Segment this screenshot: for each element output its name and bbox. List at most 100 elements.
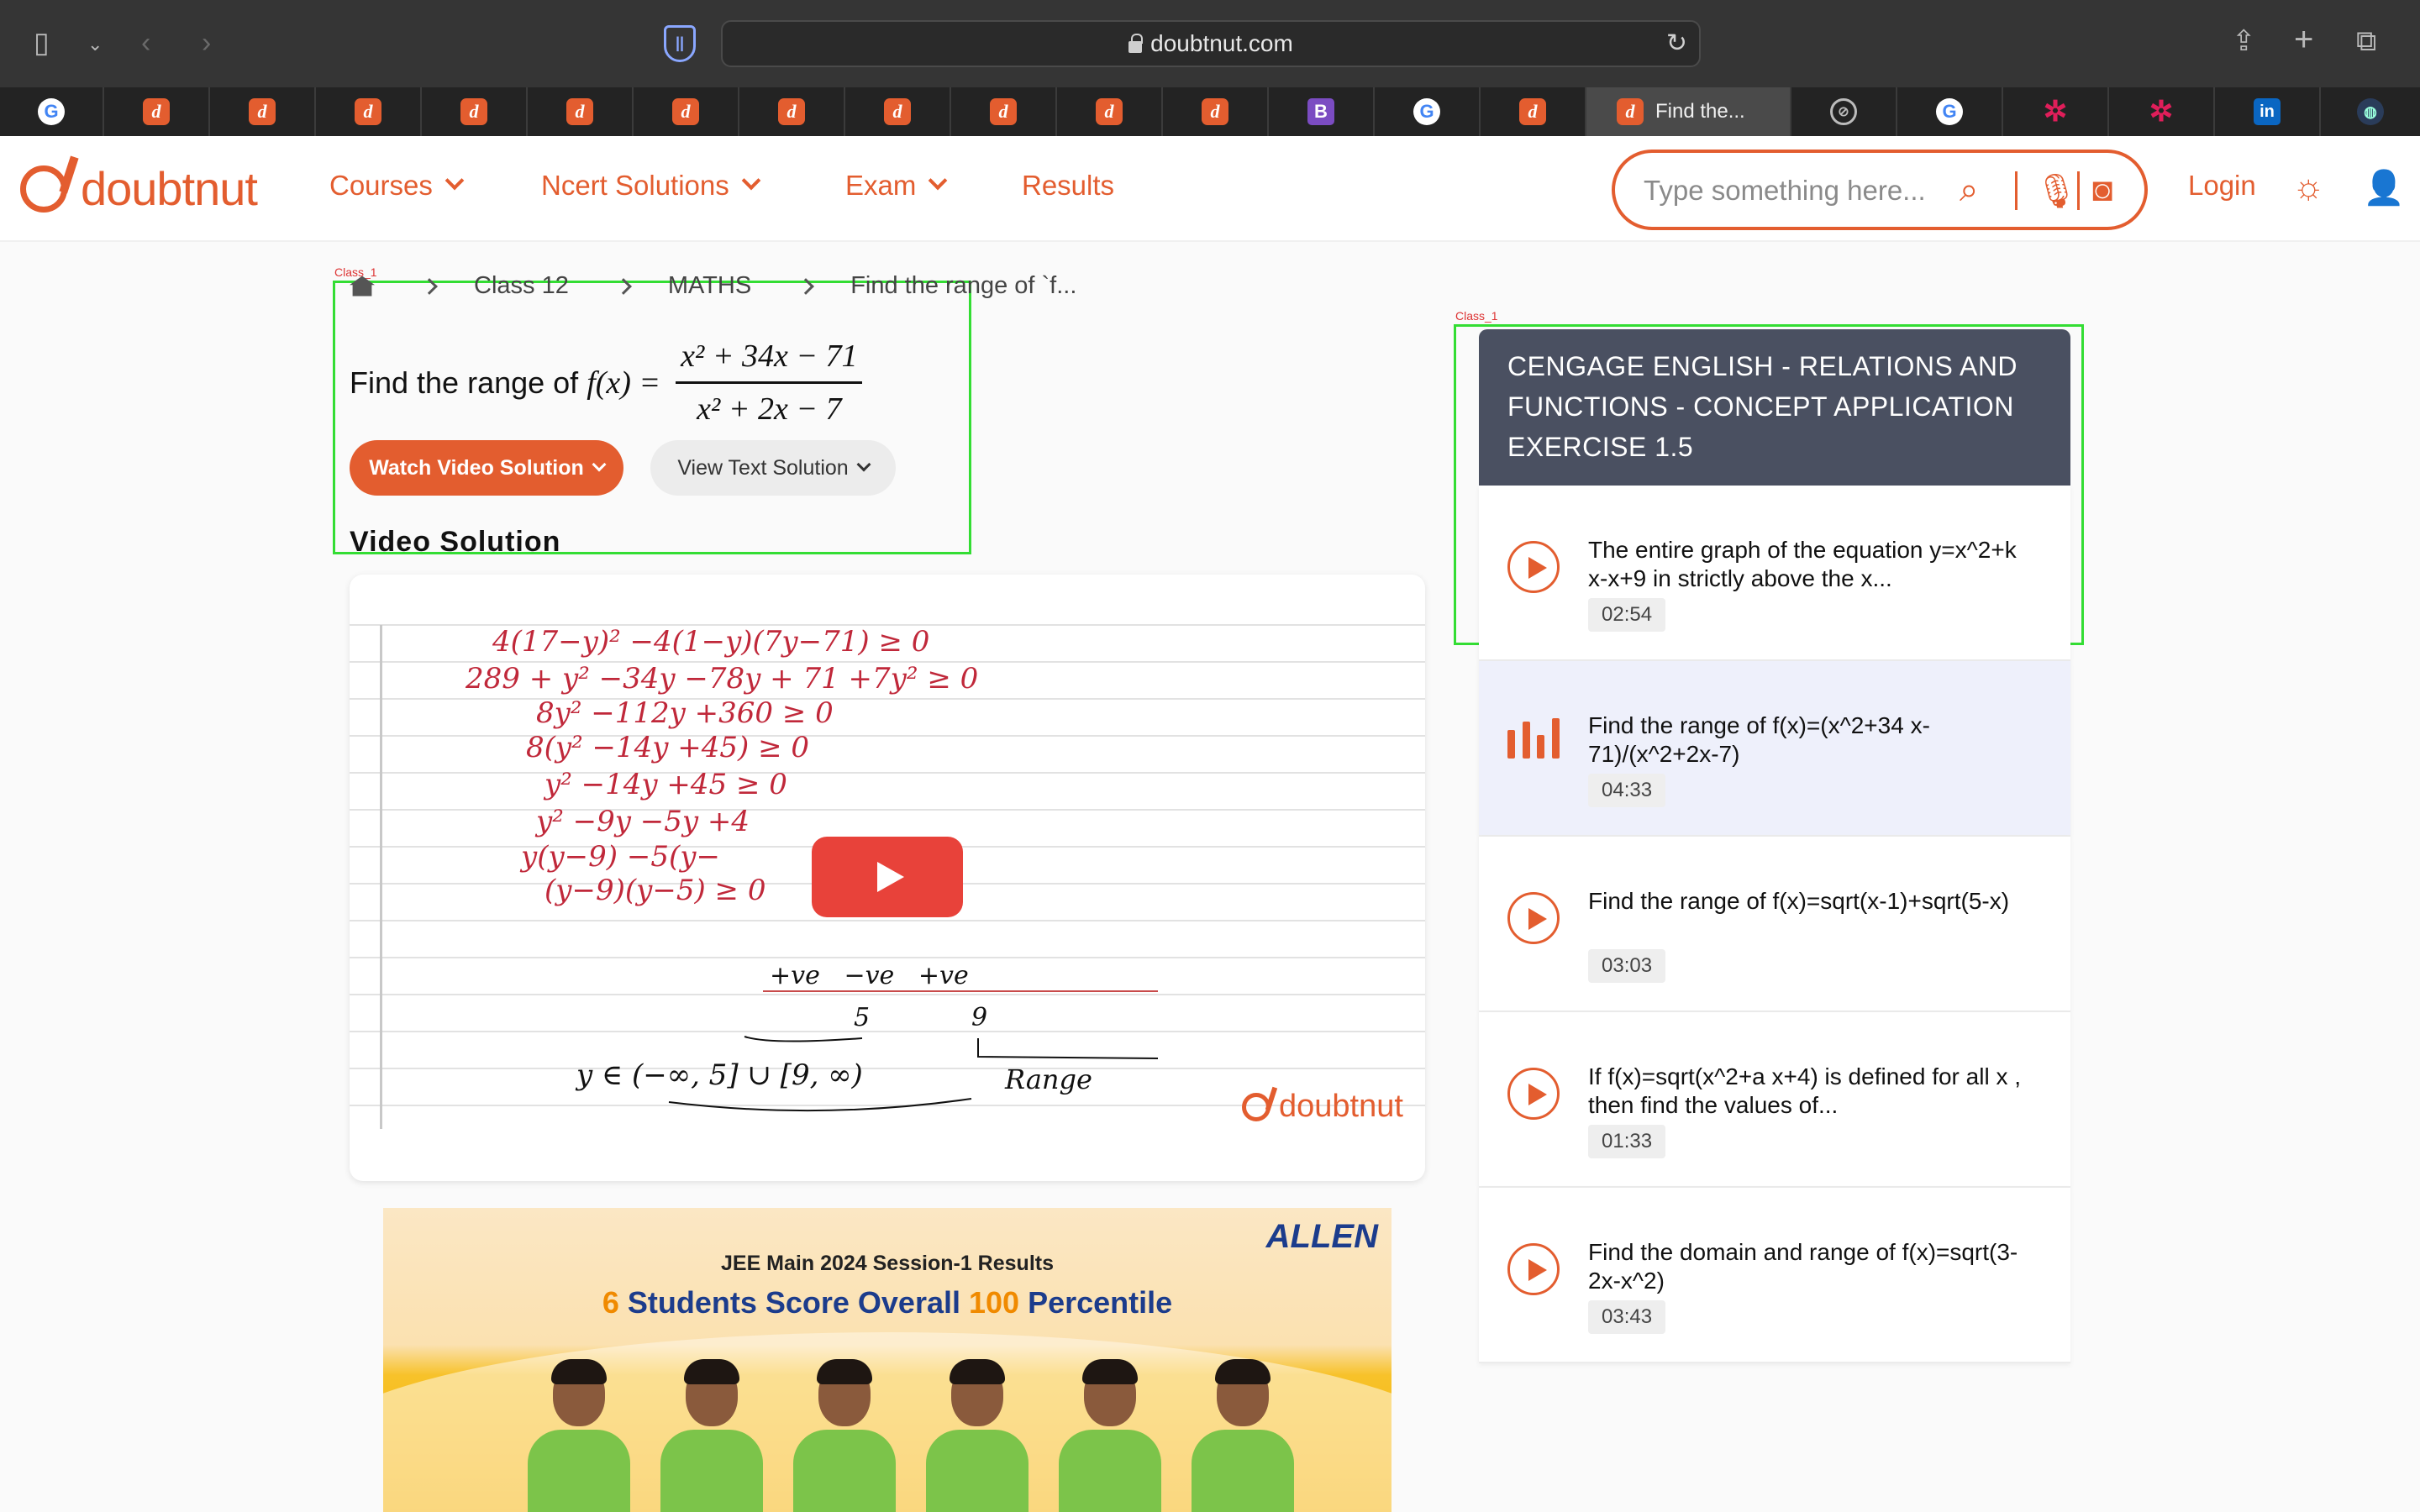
range-note: Range <box>1005 1063 1092 1095</box>
tab-doubtnut[interactable]: d <box>528 87 634 136</box>
tab-safari[interactable]: ⊘ <box>1791 87 1897 136</box>
tab-doubtnut[interactable]: d <box>422 87 528 136</box>
nav-courses[interactable]: Courses <box>329 170 465 202</box>
share-icon[interactable]: ⇪ <box>2232 27 2256 55</box>
back-icon[interactable]: ‹ <box>141 29 150 57</box>
button-label: View Text Solution <box>677 455 849 480</box>
divider <box>2077 171 2080 210</box>
play-circle-icon[interactable] <box>1507 1243 1560 1295</box>
new-tab-icon[interactable]: + <box>2294 23 2313 56</box>
reload-icon[interactable]: ↻ <box>1666 22 1687 66</box>
breadcrumb-item[interactable]: Class 12 <box>474 272 569 300</box>
google-icon: G <box>1936 98 1963 125</box>
chevron-down-icon[interactable]: ⌄ <box>87 30 103 59</box>
home-icon[interactable] <box>350 276 375 297</box>
breadcrumb-item[interactable]: MATHS <box>668 272 751 300</box>
doubtnut-icon: d <box>884 98 911 125</box>
doubtnut-icon: d <box>143 98 170 125</box>
tab-google[interactable]: G <box>1375 87 1481 136</box>
camera-icon[interactable]: ◙ <box>2092 171 2112 209</box>
tab-doubtnut[interactable]: d <box>210 87 316 136</box>
address-bar[interactable]: doubtnut.com ↻ <box>721 20 1701 67</box>
tab-doubtnut[interactable]: d <box>845 87 951 136</box>
tab-doubtnut[interactable]: d <box>634 87 739 136</box>
slack-icon: ✲ <box>2043 96 2068 128</box>
doubtnut-icon: d <box>1202 98 1228 125</box>
tab-doubtnut[interactable]: d <box>951 87 1057 136</box>
step-line: 289 + y² −34y −78y + 71 +7y² ≥ 0 <box>466 662 979 696</box>
play-circle-icon[interactable] <box>1507 892 1560 944</box>
user-icon[interactable]: 👤 <box>2363 168 2405 207</box>
tab-overview-icon[interactable]: ⧉ <box>2356 27 2376 55</box>
chevron-down-icon <box>929 171 948 191</box>
doubtnut-icon: d <box>566 98 593 125</box>
tab-doubtnut[interactable]: d <box>739 87 845 136</box>
annotation-label: Class_1 <box>1455 309 1498 323</box>
sidebar-toggle-icon[interactable]: ▯ <box>34 29 50 57</box>
ad-person-photo <box>1059 1359 1161 1512</box>
panel-header: CENGAGE ENGLISH - RELATIONS AND FUNCTION… <box>1479 329 2070 486</box>
privacy-shield-icon[interactable]: || <box>664 25 696 62</box>
related-video-item[interactable]: If f(x)=sqrt(x^2+a x+4) is defined for a… <box>1479 1012 2070 1188</box>
tab-globe[interactable]: ◍ <box>2321 87 2420 136</box>
search-box[interactable]: Type something here... ⌕ 🎙 ◙ <box>1612 150 2148 230</box>
tab-doubtnut[interactable]: d <box>1163 87 1269 136</box>
advertisement-banner[interactable]: ALLEN JEE Main 2024 Session-1 Results 6 … <box>383 1208 1392 1512</box>
related-video-item-active[interactable]: Find the range of f(x)=(x^2+34 x-71)/(x^… <box>1479 661 2070 837</box>
tab-doubtnut[interactable]: d <box>104 87 210 136</box>
compass-icon: ⊘ <box>1830 98 1857 125</box>
range-answer: y ∈ (−∞, 5] ∪ [9, ∞) <box>576 1058 863 1092</box>
search-input[interactable]: Type something here... <box>1644 175 1926 207</box>
doubtnut-icon: d <box>778 98 805 125</box>
tab-bar: G d d d d d d d d d d d B G d d Find the.… <box>0 87 2420 136</box>
play-circle-icon[interactable] <box>1507 541 1560 593</box>
tab-google[interactable]: G <box>0 87 104 136</box>
play-circle-icon[interactable] <box>1507 1068 1560 1120</box>
play-button-icon[interactable] <box>812 837 963 917</box>
video-player[interactable]: 4(17−y)² −4(1−y)(7y−71) ≥ 0 289 + y² −34… <box>350 575 1425 1181</box>
doubtnut-icon: d <box>1096 98 1123 125</box>
tab-slack[interactable]: ✲ <box>2109 87 2215 136</box>
related-video-item[interactable]: Find the domain and range of f(x)=sqrt(3… <box>1479 1188 2070 1363</box>
watermark-text: doubtnut <box>1279 1089 1403 1124</box>
tab-doubtnut[interactable]: d <box>316 87 422 136</box>
login-link[interactable]: Login <box>2188 170 2256 202</box>
doubtnut-icon: d <box>460 98 487 125</box>
video-title: Find the range of f(x)=sqrt(x-1)+sqrt(5-… <box>1588 888 2010 914</box>
nav-exam[interactable]: Exam <box>845 170 948 202</box>
theme-toggle-icon[interactable]: ☼ <box>2292 166 2325 207</box>
step-line: 8(y² −14y +45) ≥ 0 <box>526 731 810 764</box>
ad-person-photo <box>926 1359 1028 1512</box>
tab-active[interactable]: d Find the... <box>1586 87 1791 136</box>
related-video-item[interactable]: The entire graph of the equation y=x^2+k… <box>1479 486 2070 661</box>
video-duration: 03:03 <box>1588 949 1666 983</box>
tab-slack[interactable]: ✲ <box>2003 87 2109 136</box>
video-duration: 04:33 <box>1588 774 1666 807</box>
sign-chart-labels: +ve −ve +ve <box>770 961 969 990</box>
tab-google[interactable]: G <box>1897 87 2003 136</box>
margin-line <box>380 625 382 1129</box>
view-text-solution-button[interactable]: View Text Solution <box>650 440 896 496</box>
tab-bootstrap[interactable]: B <box>1269 87 1375 136</box>
search-icon[interactable]: ⌕ <box>1960 171 1978 209</box>
video-solution-heading: Video Solution <box>350 526 561 558</box>
forward-icon[interactable]: › <box>202 29 211 57</box>
doubtnut-icon: d <box>672 98 699 125</box>
tab-linkedin[interactable]: in <box>2215 87 2321 136</box>
related-video-item[interactable]: Find the range of f(x)=sqrt(x-1)+sqrt(5-… <box>1479 837 2070 1012</box>
watch-video-solution-button[interactable]: Watch Video Solution <box>350 440 623 496</box>
web-page: doubtnut Courses Ncert Solutions Exam Re… <box>0 136 2420 1512</box>
video-watermark: doubtnut <box>1242 1089 1403 1125</box>
globe-icon: ◍ <box>2357 98 2384 125</box>
tab-doubtnut[interactable]: d <box>1481 87 1586 136</box>
doubtnut-logo[interactable]: doubtnut <box>20 161 258 216</box>
nav-results[interactable]: Results <box>1022 170 1114 202</box>
tab-doubtnut[interactable]: d <box>1057 87 1163 136</box>
root-label: 5 <box>854 1003 871 1032</box>
step-line: y² −14y +45 ≥ 0 <box>544 768 787 801</box>
ad-highlight: 6 <box>602 1285 619 1320</box>
tab-title: Find the... <box>1655 100 1745 123</box>
doubtnut-logo-icon <box>1242 1092 1270 1121</box>
microphone-icon[interactable]: 🎙 <box>2035 171 2078 211</box>
nav-ncert-solutions[interactable]: Ncert Solutions <box>541 170 761 202</box>
